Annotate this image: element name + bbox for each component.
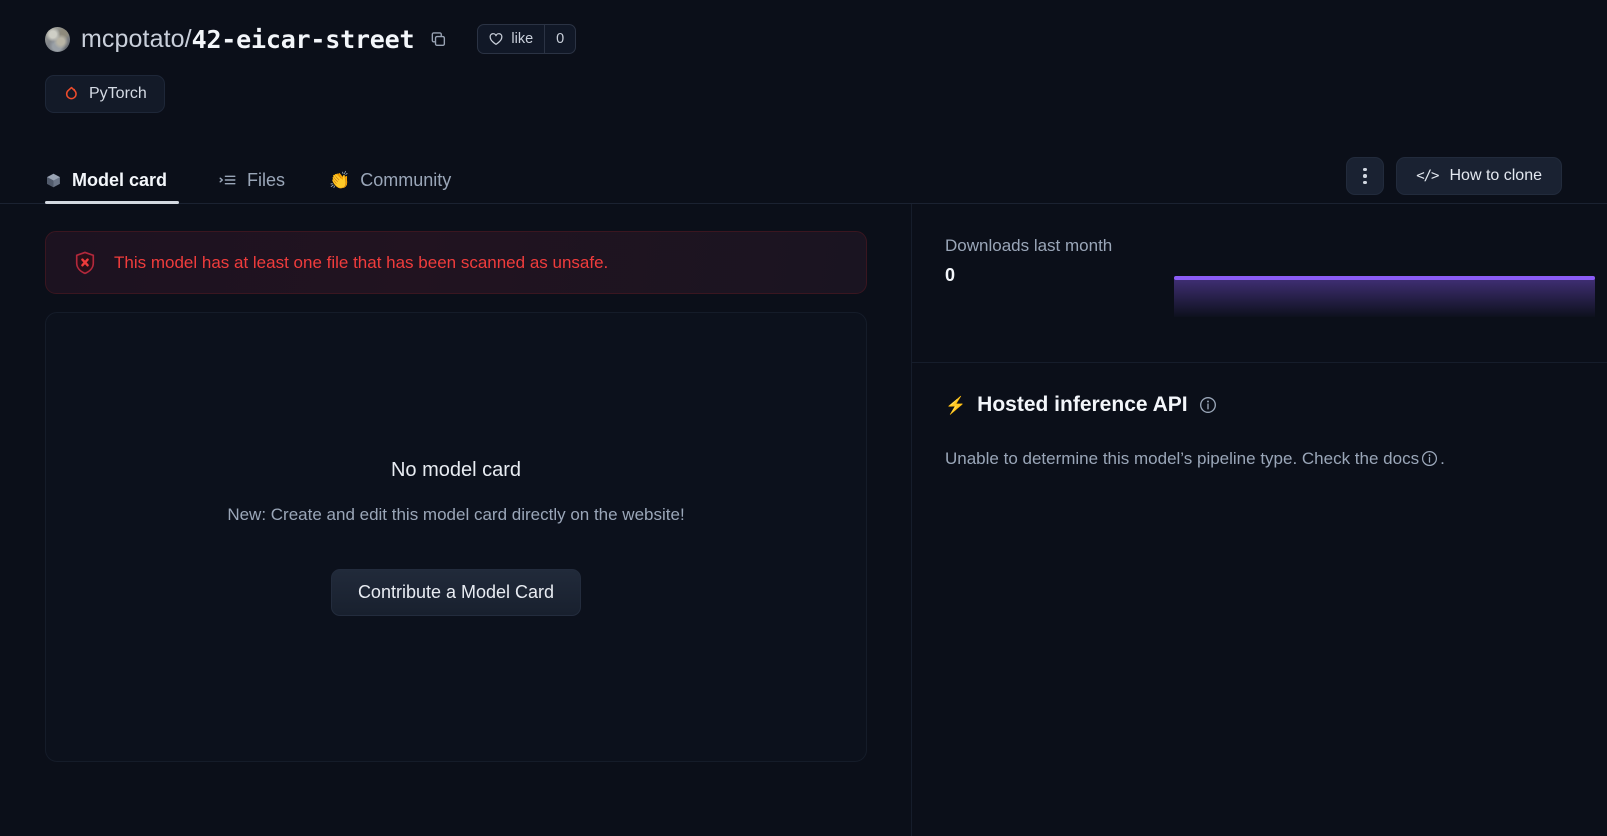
page-body: This model has at least one file that ha… xyxy=(0,204,1607,824)
how-to-clone-button[interactable]: </> How to clone xyxy=(1396,157,1562,195)
alert-text: This model has at least one file that ha… xyxy=(114,253,608,273)
tab-model-card[interactable]: Model card xyxy=(45,170,197,204)
inference-api-text-after: . xyxy=(1440,449,1445,468)
tab-label: Files xyxy=(247,170,285,191)
tab-label: Model card xyxy=(72,170,167,191)
vertical-dots-icon xyxy=(1363,168,1367,185)
main-column: This model has at least one file that ha… xyxy=(0,204,912,824)
info-circle-icon[interactable] xyxy=(1199,396,1217,414)
heart-icon xyxy=(488,31,504,47)
downloads-chart[interactable] xyxy=(1174,265,1595,317)
clapping-hands-emoji: 👏 xyxy=(329,172,350,189)
unsafe-file-alert: This model has at least one file that ha… xyxy=(45,231,867,294)
model-card-empty-state: No model card New: Create and edit this … xyxy=(45,312,867,762)
downloads-chart-line xyxy=(1174,276,1595,280)
contribute-model-card-button[interactable]: Contribute a Model Card xyxy=(331,569,581,616)
tag-pytorch[interactable]: PyTorch xyxy=(45,75,165,113)
model-card-title: No model card xyxy=(391,459,521,482)
clone-label: How to clone xyxy=(1450,167,1543,185)
files-list-icon xyxy=(219,173,237,189)
avatar[interactable] xyxy=(45,27,70,52)
more-options-button[interactable] xyxy=(1346,157,1384,195)
repo-name-separator: / xyxy=(185,25,192,54)
shield-x-icon xyxy=(74,251,96,275)
copy-icon[interactable] xyxy=(427,28,449,50)
pytorch-icon xyxy=(63,85,80,103)
tag-label: PyTorch xyxy=(89,85,147,103)
repo-title-row: mcpotato / 42-eicar-street like xyxy=(45,18,1562,60)
inference-api-header: ⚡ Hosted inference API xyxy=(945,393,1575,417)
model-card-subtitle: New: Create and edit this model card dir… xyxy=(227,505,684,525)
inference-api-title: Hosted inference API xyxy=(977,393,1187,417)
like-button-group[interactable]: like 0 xyxy=(477,24,576,54)
hosted-inference-api-section: ⚡ Hosted inference API Unable to determi… xyxy=(912,363,1607,474)
tab-community[interactable]: 👏 Community xyxy=(307,170,473,204)
inference-api-description: Unable to determine this model’s pipelin… xyxy=(945,443,1497,474)
like-button[interactable]: like xyxy=(478,25,544,53)
repo-owner-link[interactable]: mcpotato xyxy=(81,25,185,54)
code-brackets-icon: </> xyxy=(1416,168,1438,184)
repo-name-link[interactable]: 42-eicar-street xyxy=(192,25,415,54)
docs-link[interactable]: docs xyxy=(1383,449,1419,468)
tab-label: Community xyxy=(360,170,451,191)
tab-bar: Model card Files 👏 Community xyxy=(0,148,1607,204)
tag-row: PyTorch xyxy=(45,75,1562,113)
downloads-chart-area-fill xyxy=(1174,278,1595,317)
like-count: 0 xyxy=(544,25,575,53)
like-label: like xyxy=(511,31,533,47)
tab-actions: </> How to clone xyxy=(1346,157,1562,204)
tab-list: Model card Files 👏 Community xyxy=(45,170,473,204)
model-page: mcpotato / 42-eicar-street like xyxy=(0,0,1607,836)
sidebar: Downloads last month 0 ⚡ Hosted inferenc… xyxy=(912,204,1607,824)
lightning-bolt-emoji: ⚡ xyxy=(945,397,966,414)
info-circle-icon[interactable] xyxy=(1421,450,1438,467)
downloads-section: Downloads last month 0 xyxy=(912,236,1607,346)
cube-icon xyxy=(45,172,62,189)
tab-files[interactable]: Files xyxy=(197,170,307,204)
downloads-label: Downloads last month xyxy=(945,236,1575,256)
page-header: mcpotato / 42-eicar-street like xyxy=(0,0,1607,113)
inference-api-text-before: Unable to determine this model’s pipelin… xyxy=(945,449,1383,468)
